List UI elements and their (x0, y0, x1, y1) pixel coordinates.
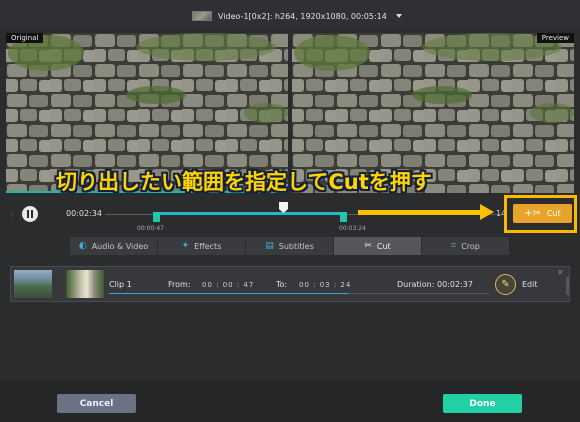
start-handle[interactable] (153, 212, 160, 222)
clip-thumbnail-start (14, 270, 52, 298)
tab-label: Subtitles (278, 241, 314, 251)
preview-label: Preview (536, 33, 574, 43)
edit-button-label[interactable]: Edit (522, 280, 538, 289)
instruction-annotation: 切り出したい範囲を指定してCutを押す (56, 170, 432, 194)
done-button[interactable]: Done (443, 394, 522, 413)
pencil-icon[interactable]: ✎ (495, 274, 516, 295)
clip-row[interactable]: Clip 1 From: 00 : 00 : 47 To: 00 : 03 : … (10, 266, 570, 302)
cancel-button[interactable]: Cancel (57, 394, 136, 413)
tab-effects[interactable]: ✦ Effects (158, 237, 246, 255)
to-time-field[interactable]: 00 : 03 : 24 (299, 281, 351, 289)
selection-start-time: 00:00:47 (137, 225, 164, 232)
tab-label: Audio & Video (91, 241, 149, 251)
tab-cut[interactable]: ✂ Cut (334, 237, 422, 255)
annotation-arrow-head (480, 204, 494, 220)
tab-bar: ◐ Audio & Video ✦ Effects ▤ Subtitles ✂ … (70, 237, 510, 255)
clip-name: Clip 1 (109, 280, 132, 289)
from-label: From: (168, 280, 191, 289)
tab-label: Effects (194, 241, 222, 251)
to-label: To: (276, 280, 288, 289)
audio-video-icon: ◐ (78, 241, 87, 251)
tab-audio-video[interactable]: ◐ Audio & Video (70, 237, 158, 255)
scissors-icon: ✂ (364, 241, 372, 251)
top-bar: Video-1[0x2]: h264, 1920x1080, 00:05:14 (0, 0, 580, 30)
clip-scrollbar[interactable] (566, 277, 569, 295)
tab-crop[interactable]: ⌗ Crop (422, 237, 510, 255)
duration-text: Duration: 00:02:37 (397, 280, 473, 289)
effects-icon: ✦ (181, 241, 190, 251)
tab-label: Crop (461, 241, 480, 251)
add-scissors-icon: +✂ (524, 208, 541, 219)
original-label: Original (6, 33, 44, 43)
end-handle[interactable] (340, 212, 347, 222)
chevron-down-icon (395, 14, 402, 18)
current-time: 00:02:34 (66, 209, 102, 218)
subtitles-icon: ▤ (265, 241, 274, 251)
selection-range (157, 212, 344, 215)
from-time-field[interactable]: 00 : 00 : 47 (202, 281, 254, 289)
crop-icon: ⌗ (451, 241, 457, 251)
close-icon[interactable]: ✕ (557, 268, 564, 277)
file-label: Video-1[0x2]: h264, 1920x1080, 00:05:14 (218, 11, 387, 21)
cut-button[interactable]: +✂ Cut (513, 204, 572, 223)
clip-progress-track (109, 293, 489, 294)
annotation-arrow-line (358, 210, 482, 215)
pause-button[interactable] (22, 206, 38, 222)
clip-thumbnail-end (66, 270, 104, 298)
tab-label: Cut (376, 241, 391, 251)
selection-end-time: 00:03:24 (339, 225, 366, 232)
cut-button-label: Cut (546, 209, 561, 218)
tab-subtitles[interactable]: ▤ Subtitles (246, 237, 334, 255)
file-selector[interactable]: Video-1[0x2]: h264, 1920x1080, 00:05:14 (192, 10, 402, 22)
file-thumbnail (192, 11, 212, 21)
clip-progress-fill (109, 293, 349, 294)
footer: Cancel Done (0, 380, 580, 422)
